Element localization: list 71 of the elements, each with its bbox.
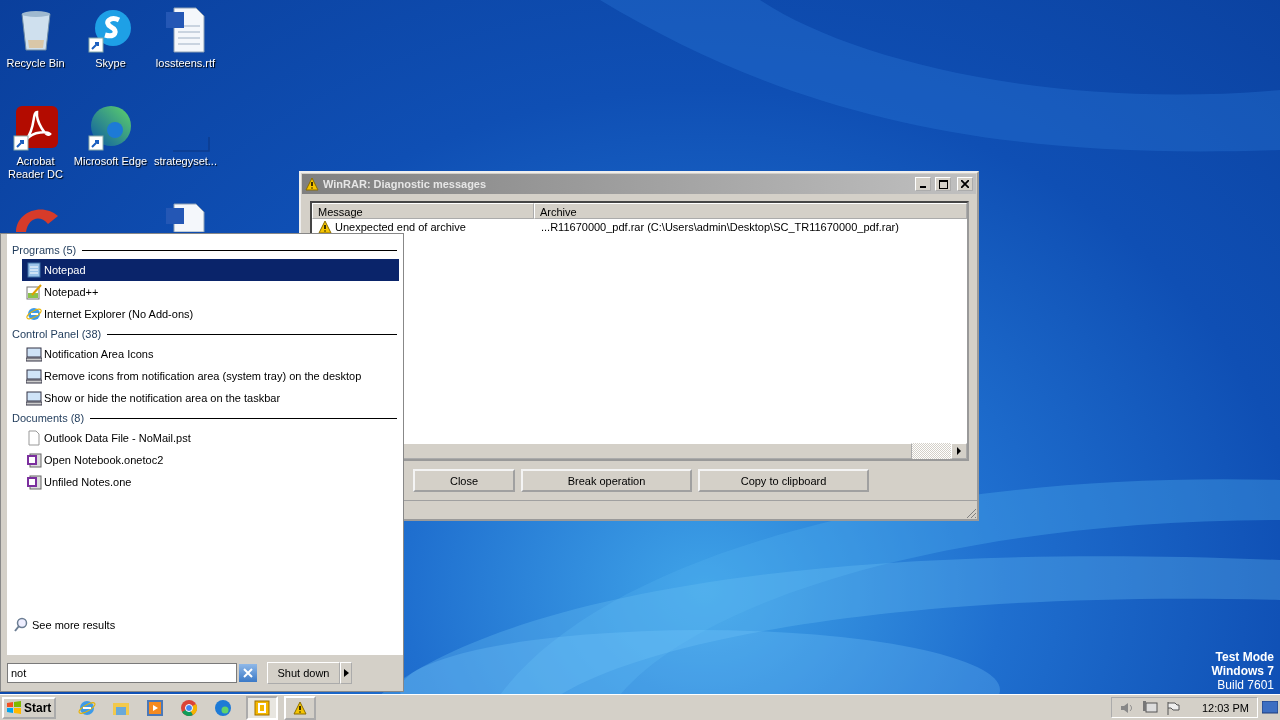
desktop-icon-label[interactable]: Microsoft Edge [73,155,148,168]
dialog-button[interactable]: Close [413,469,515,492]
right-arrow-icon [343,669,349,677]
media-player-icon[interactable] [146,698,164,717]
search-result[interactable]: Unfiled Notes.one [22,471,399,493]
dialog-button[interactable]: Break operation [521,469,692,492]
speaker-icon[interactable] [1119,700,1134,715]
column-header[interactable]: Message [312,203,534,219]
notebook-icon [26,474,42,490]
warning-icon [293,700,307,715]
blank-file-icon [172,137,210,152]
desktop-icon-label[interactable]: Acrobat Reader DC [0,155,73,181]
os-notice: Build 7601 [1217,678,1274,692]
search-result[interactable]: Show or hide the notification area on the taskbar [22,387,399,409]
search-icon [13,617,29,633]
close-icon [961,180,969,188]
search-result[interactable]: Notification Area Icons [22,343,399,365]
maximize-icon [938,179,948,189]
pdf-reader-icon [11,104,60,152]
search-result[interactable]: Notepad++ [22,281,399,303]
group-heading: Documents (8) [12,412,85,424]
search-field[interactable]: not [7,663,237,683]
maximize-button[interactable] [935,177,951,191]
warning-icon [318,220,332,234]
search-result[interactable]: Open Notebook.onetoc2 [22,449,399,471]
notebook-icon [26,452,42,468]
file-icon [26,430,42,446]
warning-icon [305,177,319,191]
clear-button[interactable] [239,664,257,682]
group-heading: Programs (5) [12,244,77,256]
browser-icon[interactable] [78,698,96,717]
show-desktop-icon[interactable] [1262,700,1278,715]
minimize-button[interactable] [915,177,931,191]
clock[interactable]: 12:03 PM [1201,701,1249,714]
desktop-icon-label[interactable]: Recycle Bin [6,57,65,70]
mail-app-icon [254,699,270,716]
close-button[interactable] [957,177,973,191]
column-header[interactable]: Archive [534,203,967,219]
shut-down-options-button[interactable] [340,662,352,684]
shut-down-button[interactable]: Shut down [267,662,340,684]
dialog-button[interactable]: Copy to clipboard [698,469,869,492]
monitor-icon [26,390,42,406]
monitor-icon [26,346,42,362]
search-result[interactable]: Notepad [22,259,399,281]
os-notice: Test Mode [1215,650,1274,664]
browser-icon [26,306,42,322]
group-heading: Control Panel (38) [12,328,102,340]
see-more-link[interactable]: See more results [32,619,116,631]
search-result[interactable]: Outlook Data File - NoMail.pst [22,427,399,449]
right-arrow-icon [956,447,962,455]
desktop-icon-label[interactable]: lossteens.rtf [155,57,216,70]
start-button[interactable]: Start [2,696,56,719]
monitor-icon [26,368,42,384]
taskbar-button[interactable] [284,695,316,720]
table-cell: ...R11670000_pdf.rar (C:\Users\admin\Desktop\SC_TR11670000_pdf.rar) [541,221,899,233]
edge-icon[interactable] [214,698,232,717]
flag-icon[interactable] [1165,700,1180,715]
taskbar-button[interactable] [246,695,278,720]
desktop-icon-label[interactable]: Skype [95,57,126,70]
notepad-plus-icon [26,284,42,300]
table-cell: Unexpected end of archive [335,221,466,233]
clear-icon [243,668,253,678]
chrome-icon[interactable] [180,698,198,717]
network-icon[interactable] [1141,699,1158,716]
window-title: WinRAR: Diagnostic messages [323,178,488,190]
notepad-icon [26,262,42,278]
search-result[interactable]: Remove icons from notification area (system tray) on the desktop [22,365,399,387]
windows-logo-icon [6,699,22,716]
os-notice: Windows 7 [1211,664,1274,678]
search-result[interactable]: Internet Explorer (No Add-ons) [22,303,399,325]
desktop-icon-label[interactable]: strategyset... [154,155,217,168]
